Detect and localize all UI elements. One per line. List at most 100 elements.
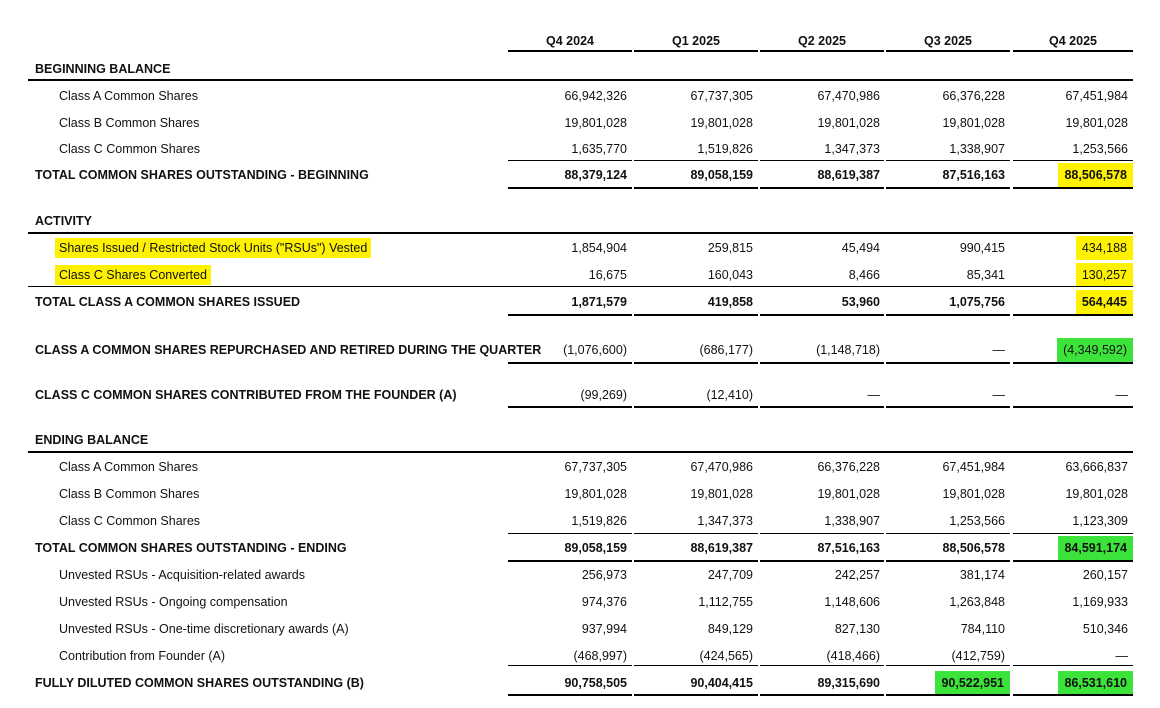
- cell-5: 19,801,028: [1065, 115, 1128, 130]
- repurchased-cell-1: (1,076,600): [563, 343, 627, 357]
- contributed-cell-3: —: [867, 388, 881, 402]
- cell-3: 1,148,606: [824, 595, 880, 609]
- cell-3: 827,130: [834, 622, 880, 636]
- cell-2: 849,129: [707, 622, 753, 636]
- cell-4: 1,338,907: [949, 142, 1005, 156]
- highlight-mark: 434,188: [1075, 236, 1133, 260]
- subtotal-rule: [886, 533, 1010, 534]
- row-rule: [508, 406, 632, 408]
- total-rule: [508, 314, 632, 316]
- column-header-3: Q2 2025: [798, 34, 846, 48]
- subtotal-rule: [886, 160, 1010, 161]
- total-label: FULLY DILUTED COMMON SHARES OUTSTANDING …: [35, 676, 364, 690]
- total-cell-4: 1,075,756: [949, 295, 1005, 309]
- cell-5: 1,169,933: [1072, 595, 1128, 609]
- total-rule: [634, 560, 758, 562]
- cell-3: 1,338,907: [824, 514, 880, 528]
- row-label: Unvested RSUs - One-time discretionary a…: [59, 622, 349, 636]
- row-rule: [1013, 406, 1133, 408]
- cell-4: 66,376,228: [942, 89, 1005, 103]
- subtotal-rule: [634, 533, 758, 534]
- total-cell-3: 53,960: [841, 295, 880, 309]
- section-title-activity: ACTIVITY: [35, 214, 92, 228]
- subtotal-rule: [634, 665, 758, 666]
- total-cell-1: 90,758,505: [564, 676, 627, 690]
- subtotal-rule: [508, 160, 632, 161]
- total-cell-4: 87,516,163: [942, 168, 1005, 182]
- subtotal-rule: [760, 533, 884, 534]
- contributed-label: CLASS C COMMON SHARES CONTRIBUTED FROM T…: [35, 388, 457, 402]
- total-rule: [1013, 560, 1133, 562]
- cell-1: 1,635,770: [571, 142, 627, 156]
- row-label: Class B Common Shares: [59, 115, 200, 130]
- row-label: Class B Common Shares: [59, 487, 200, 501]
- total-rule: [634, 314, 758, 316]
- cell-4: 1,253,566: [949, 514, 1005, 528]
- total-label: TOTAL COMMON SHARES OUTSTANDING - ENDING: [35, 541, 347, 555]
- subtotal-rule: [1013, 160, 1133, 161]
- total-rule: [634, 694, 758, 696]
- cell-5: 130,257: [998, 263, 1133, 287]
- row-label: Shares Issued / Restricted Stock Units (…: [55, 238, 372, 258]
- row-label: Class A Common Shares: [59, 89, 198, 103]
- cell-4: 784,110: [960, 622, 1005, 636]
- row-label: Contribution from Founder (A): [59, 649, 226, 663]
- total-cell-2: 89,058,159: [690, 168, 753, 182]
- highlight-mark: 564,445: [1075, 290, 1133, 314]
- cell-3: 19,801,028: [817, 115, 880, 130]
- column-header-1: Q4 2024: [546, 34, 594, 48]
- total-rule: [760, 187, 884, 189]
- cell-3: 1,347,373: [824, 142, 880, 156]
- total-rule: [1013, 694, 1133, 696]
- cell-3: 66,376,228: [817, 460, 880, 474]
- cell-5: 19,801,028: [1065, 487, 1128, 501]
- section-title-ending: ENDING BALANCE: [35, 433, 149, 447]
- cell-5: —: [1115, 649, 1129, 663]
- subtotal-rule: [886, 665, 1010, 666]
- cell-4: 85,341: [966, 268, 1005, 282]
- cell-5: 260,157: [1082, 568, 1128, 582]
- cell-5: 510,346: [1082, 622, 1128, 636]
- repurchased-cell-3: (1,148,718): [816, 343, 880, 357]
- repurchased-cell-5: (4,349,592): [998, 338, 1133, 362]
- total-rule: [886, 187, 1010, 189]
- cell-2: 259,815: [707, 241, 753, 255]
- cell-4: 19,801,028: [942, 115, 1005, 130]
- total-cell-5: 88,506,578: [998, 163, 1133, 187]
- cell-1: 19,801,028: [564, 115, 627, 130]
- row-label: Class C Common Shares: [59, 514, 201, 528]
- cell-1: 974,376: [581, 595, 627, 609]
- cell-5: 67,451,984: [1065, 89, 1128, 103]
- cell-3: 67,470,986: [817, 89, 880, 103]
- total-rule: [508, 560, 632, 562]
- total-cell-1: 1,871,579: [571, 295, 627, 309]
- repurchased-label: CLASS A COMMON SHARES REPURCHASED AND RE…: [35, 343, 542, 357]
- highlight-mark: 130,257: [1075, 263, 1133, 287]
- contributed-cell-2: (12,410): [706, 388, 753, 402]
- highlight-mark: 86,531,610: [1058, 671, 1133, 695]
- contributed-cell-4: —: [992, 388, 1006, 402]
- cell-2: 1,112,755: [698, 595, 753, 609]
- highlight-mark: 84,591,174: [1058, 536, 1133, 560]
- header-rule: [886, 50, 1010, 52]
- total-label: TOTAL COMMON SHARES OUTSTANDING - BEGINN…: [35, 168, 369, 182]
- cell-1: 256,973: [581, 568, 627, 582]
- total-rule: [508, 187, 632, 189]
- cell-1: 19,801,028: [564, 487, 627, 501]
- cell-2: (424,565): [699, 649, 753, 663]
- row-rule: [634, 406, 758, 408]
- contributed-cell-1: (99,269): [580, 388, 627, 402]
- cell-1: 937,994: [581, 622, 627, 636]
- total-rule: [1013, 187, 1133, 189]
- total-rule: [760, 694, 884, 696]
- section-rule: [28, 451, 1133, 453]
- cell-3: 19,801,028: [817, 487, 880, 501]
- total-cell-1: 88,379,124: [564, 168, 627, 182]
- cell-1: 67,737,305: [564, 460, 627, 474]
- header-rule: [1013, 50, 1133, 52]
- repurchased-cell-2: (686,177): [699, 343, 753, 357]
- row-rule: [508, 362, 632, 364]
- cell-5: 1,253,566: [1072, 142, 1128, 156]
- total-rule: [886, 694, 1010, 696]
- cell-1: (468,997): [573, 649, 627, 663]
